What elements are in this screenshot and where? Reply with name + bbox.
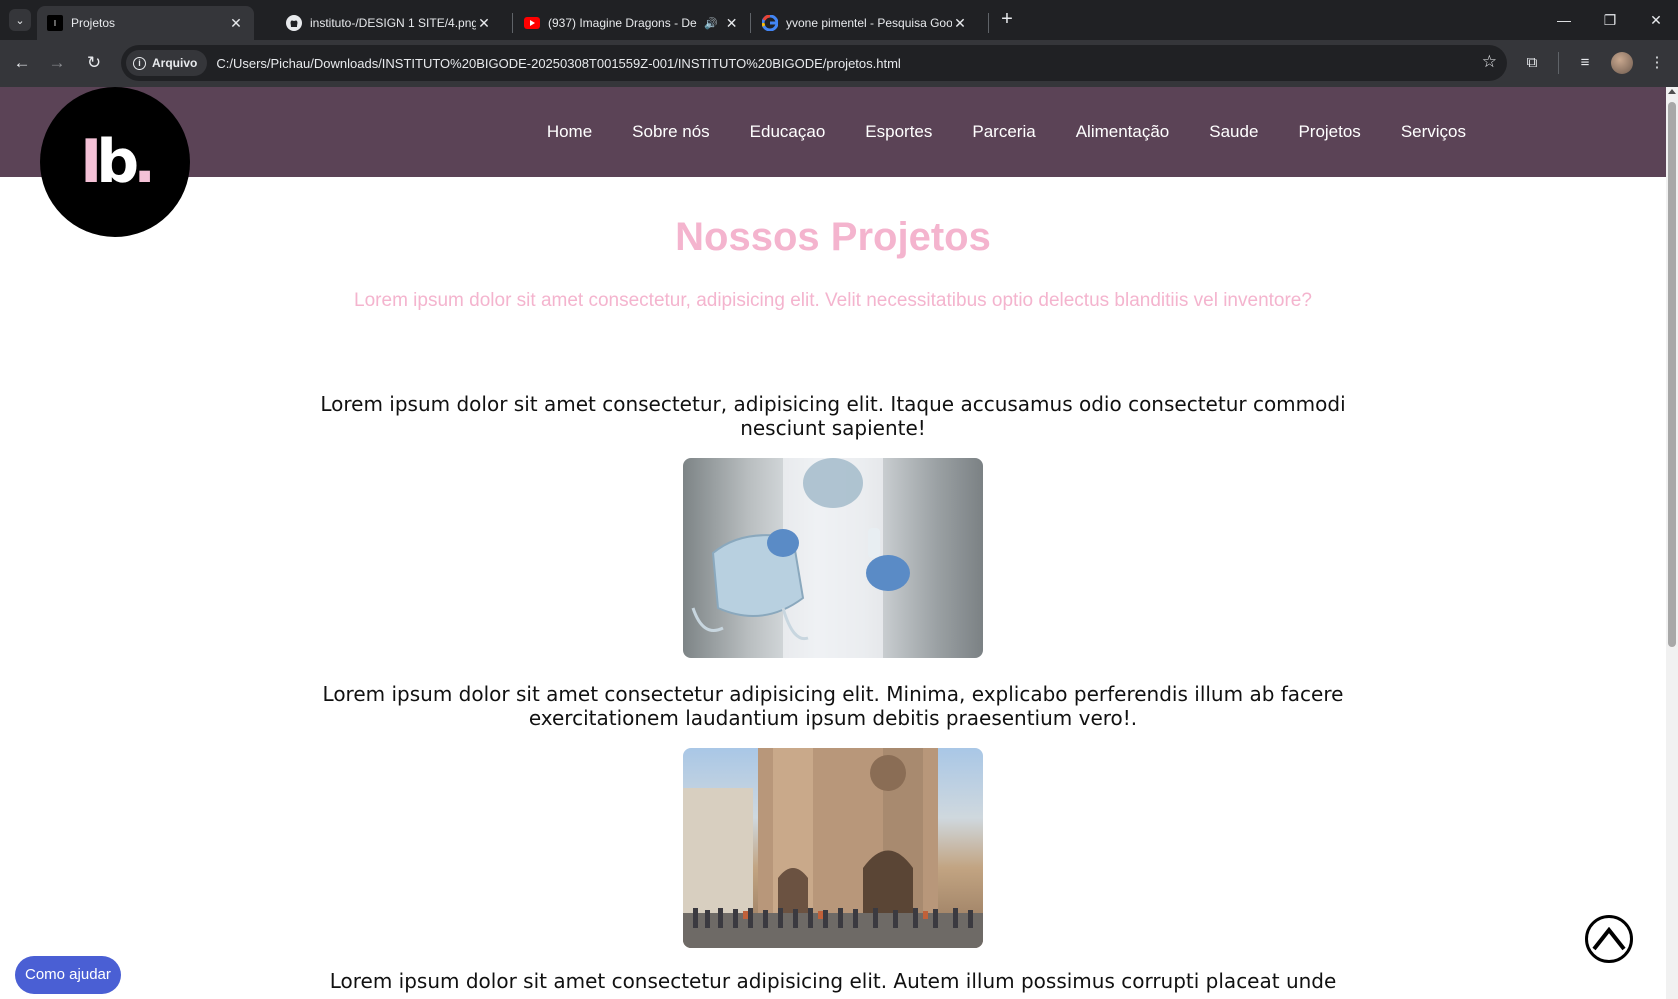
tab-title: (937) Imagine Dragons - De [548,16,697,30]
tab-title: instituto-/DESIGN 1 SITE/4.png [310,16,476,30]
tab-title: Projetos [71,16,116,30]
site-info-label: Arquivo [152,56,198,70]
project-description: Lorem ipsum dolor sit amet consectetur a… [322,682,1344,730]
new-tab-plus-icon[interactable]: + [996,8,1018,32]
tab-projetos[interactable]: I Projetos ✕ [37,6,254,40]
project-image-health-worker [683,458,983,658]
close-tab-icon[interactable]: ✕ [952,15,968,32]
address-bar[interactable]: i Arquivo C:/Users/Pichau/Downloads/INST… [121,45,1507,81]
reload-icon[interactable]: ↻ [82,51,106,75]
google-icon [762,15,778,31]
minimize-window-icon[interactable]: — [1551,8,1577,32]
extensions-puzzle-icon[interactable]: ⧉ [1520,51,1544,75]
close-tab-icon[interactable]: ✕ [476,15,492,32]
page-viewport: Home Sobre nós Educaçao Esportes Parceri… [0,87,1666,999]
forward-arrow-icon[interactable]: → [45,51,69,75]
site-logo[interactable]: Ib. [40,87,190,237]
nav-projetos[interactable]: Projetos [1298,122,1360,142]
browser-tab-strip: ⌄ I Projetos ✕ instituto-/DESIGN 1 SITE/… [0,0,1678,40]
tab-title: yvone pimentel - Pesquisa Goo [786,16,952,30]
nav-educacao[interactable]: Educaçao [750,122,826,142]
info-icon: i [133,56,146,70]
site-header: Home Sobre nós Educaçao Esportes Parceri… [0,87,1666,177]
kebab-menu-icon[interactable]: ⋮ [1645,51,1669,75]
audio-playing-icon[interactable]: 🔊 [704,17,718,30]
media-controls-icon[interactable]: ≡ [1573,51,1597,75]
site-info-chip[interactable]: i Arquivo [126,50,208,76]
nav-sobre-nos[interactable]: Sobre nós [632,122,710,142]
scroll-thumb[interactable] [1668,102,1676,647]
scroll-up-arrow-icon[interactable] [1668,89,1676,94]
tab-github[interactable]: instituto-/DESIGN 1 SITE/4.png ✕ [276,6,502,40]
back-arrow-icon[interactable]: ← [10,51,34,75]
page-scrollbar[interactable] [1666,87,1678,999]
close-tab-icon[interactable]: ✕ [726,15,738,32]
project-description: Lorem ipsum dolor sit amet consectetur a… [329,969,1337,993]
project-image-cathedral [683,748,983,948]
youtube-icon [524,15,540,31]
back-to-top-button[interactable] [1585,915,1633,963]
tab-google[interactable]: yvone pimentel - Pesquisa Goo ✕ [752,6,978,40]
tab-separator [512,13,513,33]
close-window-icon[interactable]: ✕ [1643,8,1669,32]
restore-window-icon[interactable]: ❐ [1597,8,1623,32]
nav-saude[interactable]: Saude [1209,122,1258,142]
logo-mark: Ib. [79,127,156,197]
main-nav: Home Sobre nós Educaçao Esportes Parceri… [507,87,1466,177]
nav-servicos[interactable]: Serviços [1401,122,1466,142]
como-ajudar-button[interactable]: Como ajudar [15,956,121,994]
site-favicon-icon: I [47,15,63,31]
nav-home[interactable]: Home [547,122,592,142]
page-title: Nossos Projetos [675,215,991,259]
toolbar-separator [1558,52,1559,74]
tab-search-chevron-icon[interactable]: ⌄ [9,9,31,31]
nav-alimentacao[interactable]: Alimentação [1076,122,1170,142]
url-text[interactable]: C:/Users/Pichau/Downloads/INSTITUTO%20BI… [216,56,900,71]
tab-youtube[interactable]: (937) Imagine Dragons - De 🔊 ✕ [514,6,740,40]
nav-parceria[interactable]: Parceria [972,122,1035,142]
tab-separator [988,13,989,33]
close-tab-icon[interactable]: ✕ [228,15,244,32]
github-icon [286,15,302,31]
bookmark-star-icon[interactable]: ☆ [1482,52,1497,72]
profile-avatar[interactable] [1611,52,1633,74]
browser-toolbar: ← → ↻ i Arquivo C:/Users/Pichau/Download… [0,40,1678,87]
chevron-up-icon [1592,927,1626,951]
nav-esportes[interactable]: Esportes [865,122,932,142]
project-description: Lorem ipsum dolor sit amet consectetur, … [320,392,1346,440]
tab-separator [750,13,751,33]
page-subtitle: Lorem ipsum dolor sit amet consectetur, … [354,290,1312,311]
